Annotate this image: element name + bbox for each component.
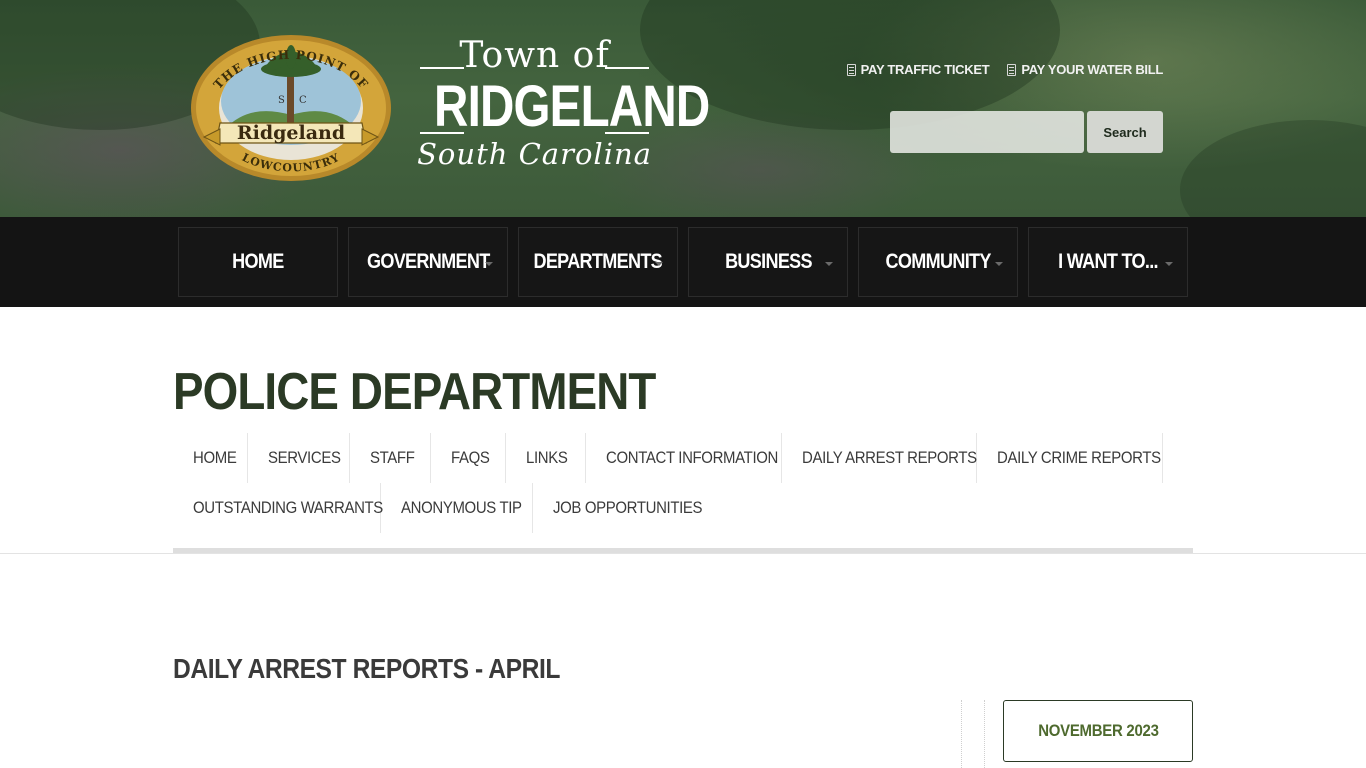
subnav-item-daily-crime-reports[interactable]: DAILY CRIME REPORTS (977, 433, 1163, 483)
nav-item-label: COMMUNITY (885, 250, 991, 273)
document-icon (1007, 63, 1017, 76)
svg-text:Ridgeland: Ridgeland (237, 122, 345, 144)
nav-item-label: GOVERNMENT (366, 250, 490, 273)
subnav-item-label: DAILY ARREST REPORTS (802, 448, 977, 467)
page-title: POLICE DEPARTMENT (173, 363, 656, 421)
svg-text:S: S (278, 95, 285, 106)
subnav-item-label: DAILY CRIME REPORTS (997, 448, 1161, 467)
subnav-item-label: STAFF (370, 448, 415, 467)
subnav-item-label: FAQS (451, 448, 490, 467)
search-button[interactable]: Search (1087, 111, 1163, 153)
page-divider (0, 553, 1366, 554)
nav-item-label: DEPARTMENTS (533, 250, 663, 273)
content-heading: DAILY ARREST REPORTS - APRIL (173, 653, 560, 684)
nav-item-community[interactable]: COMMUNITY (858, 227, 1018, 297)
subnav-item-contact-information[interactable]: CONTACT INFORMATION (586, 433, 782, 483)
document-icon (846, 63, 856, 76)
wordmark-city-name: RIDGELAND (434, 74, 710, 139)
main-navigation: HOME GOVERNMENT DEPARTMENTS BUSINESS COM… (0, 217, 1366, 307)
subnav-item-label: JOB OPPORTUNITIES (553, 498, 703, 517)
pay-water-bill-link[interactable]: PAY YOUR WATER BILL (1007, 62, 1163, 77)
quicklink-label: PAY YOUR WATER BILL (1021, 62, 1163, 77)
caret-down-icon (995, 262, 1003, 266)
nav-item-label: HOME (232, 250, 284, 273)
quicklink-label: PAY TRAFFIC TICKET (860, 62, 990, 77)
svg-text:C: C (299, 95, 307, 106)
nav-item-i-want-to[interactable]: I WANT TO... (1028, 227, 1188, 297)
subnav-item-anonymous-tip[interactable]: ANONYMOUS TIP (381, 483, 533, 533)
nav-item-label: I WANT TO... (1058, 250, 1158, 273)
subnav-item-label: ANONYMOUS TIP (401, 498, 522, 517)
caret-down-icon (485, 262, 493, 266)
subnav-item-home[interactable]: HOME (173, 433, 248, 483)
subnav-item-label: SERVICES (268, 448, 341, 467)
subnav-item-label: CONTACT INFORMATION (606, 448, 778, 467)
month-archive-label: NOVEMBER 2023 (1037, 721, 1159, 740)
subnav-item-daily-arrest-reports[interactable]: DAILY ARREST REPORTS (782, 433, 977, 483)
nav-item-home[interactable]: HOME (178, 227, 338, 297)
town-seal-logo[interactable]: S C Ridgeland THE HIGH POINT OF LOWCOUNT… (190, 33, 392, 183)
nav-item-departments[interactable]: DEPARTMENTS (518, 227, 678, 297)
site-header: S C Ridgeland THE HIGH POINT OF LOWCOUNT… (0, 0, 1366, 217)
subnav-item-outstanding-warrants[interactable]: OUTSTANDING WARRANTS (173, 483, 383, 533)
caret-down-icon (1165, 262, 1173, 266)
header-quicklinks: PAY TRAFFIC TICKET PAY YOUR WATER BILL (846, 62, 1163, 77)
caret-down-icon (655, 262, 663, 266)
subnav-item-services[interactable]: SERVICES (248, 433, 350, 483)
caret-down-icon (825, 262, 833, 266)
subnav-item-label: LINKS (526, 448, 568, 467)
search-input[interactable] (890, 111, 1084, 153)
subnav-item-links[interactable]: LINKS (506, 433, 586, 483)
subnav-item-job-opportunities[interactable]: JOB OPPORTUNITIES (533, 483, 709, 533)
subnav-item-staff[interactable]: STAFF (350, 433, 431, 483)
nav-item-business[interactable]: BUSINESS (688, 227, 848, 297)
subnav-item-faqs[interactable]: FAQS (431, 433, 506, 483)
seal-emblem-icon: S C Ridgeland THE HIGH POINT OF LOWCOUNT… (191, 35, 391, 181)
month-archive-button[interactable]: NOVEMBER 2023 (1003, 700, 1193, 762)
town-wordmark[interactable]: Town of RIDGELAND South Carolina (412, 36, 710, 176)
pay-traffic-ticket-link[interactable]: PAY TRAFFIC TICKET (846, 62, 990, 77)
subnav-item-label: HOME (193, 448, 237, 467)
nav-item-government[interactable]: GOVERNMENT (348, 227, 508, 297)
nav-item-label: BUSINESS (724, 250, 813, 273)
wordmark-town-of: Town of (412, 36, 657, 76)
sidebar-divider (961, 700, 985, 768)
subnav-item-label: OUTSTANDING WARRANTS (193, 498, 383, 517)
wordmark-state: South Carolina (412, 132, 657, 170)
